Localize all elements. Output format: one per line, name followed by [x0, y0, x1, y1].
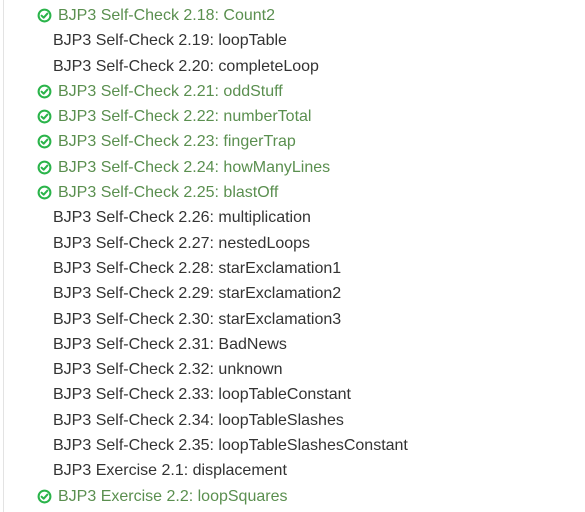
check-circle-icon — [37, 8, 52, 23]
problem-link[interactable]: BJP3 Self-Check 2.24: howManyLines — [58, 155, 330, 180]
problem-link[interactable]: BJP3 Self-Check 2.33: loopTableConstant — [53, 382, 351, 407]
problem-link[interactable]: BJP3 Self-Check 2.22: numberTotal — [58, 104, 311, 129]
check-circle-icon — [37, 185, 52, 200]
problem-link[interactable]: BJP3 Self-Check 2.23: fingerTrap — [58, 129, 296, 154]
problem-link[interactable]: BJP3 Self-Check 2.25: blastOff — [58, 180, 278, 205]
check-circle-icon — [37, 109, 52, 124]
problem-link[interactable]: BJP3 Self-Check 2.30: starExclamation3 — [53, 307, 341, 332]
problem-link[interactable]: BJP3 Self-Check 2.21: oddStuff — [58, 79, 283, 104]
problem-link[interactable]: BJP3 Self-Check 2.35: loopTableSlashesCo… — [53, 433, 408, 458]
problem-link[interactable]: BJP3 Self-Check 2.27: nestedLoops — [53, 231, 310, 256]
check-circle-icon — [37, 84, 52, 99]
problem-link[interactable]: BJP3 Self-Check 2.18: Count2 — [58, 3, 275, 28]
problem-link[interactable]: BJP3 Self-Check 2.19: loopTable — [53, 28, 287, 53]
left-border — [3, 0, 4, 512]
problem-link[interactable]: BJP3 Self-Check 2.31: BadNews — [53, 332, 287, 357]
problem-link[interactable]: BJP3 Self-Check 2.20: completeLoop — [53, 54, 319, 79]
problem-link[interactable]: BJP3 Self-Check 2.34: loopTableSlashes — [53, 408, 344, 433]
problem-link[interactable]: BJP3 Exercise 2.2: loopSquares — [58, 484, 287, 509]
check-circle-icon — [37, 489, 52, 504]
problem-link[interactable]: BJP3 Self-Check 2.32: unknown — [53, 357, 282, 382]
problem-link[interactable]: BJP3 Self-Check 2.29: starExclamation2 — [53, 281, 341, 306]
check-circle-icon — [37, 160, 52, 175]
problem-link[interactable]: BJP3 Exercise 2.1: displacement — [53, 458, 287, 483]
check-circle-icon — [37, 135, 52, 149]
problem-link[interactable]: BJP3 Self-Check 2.28: starExclamation1 — [53, 256, 341, 281]
problem-link[interactable]: BJP3 Self-Check 2.26: multiplication — [53, 205, 311, 230]
